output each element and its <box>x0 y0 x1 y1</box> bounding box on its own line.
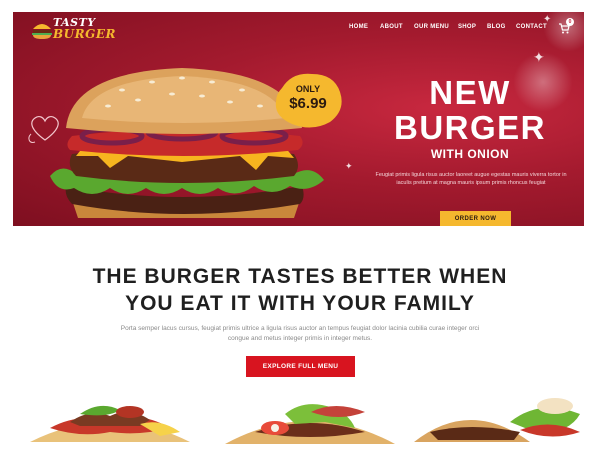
main-nav: HOME ABOUT OUR MENU SHOP BLOG CONTACT <box>349 24 556 36</box>
nav-home[interactable]: HOME <box>349 24 380 36</box>
section-headline: THE BURGER TASTES BETTER WHEN YOU EAT IT… <box>60 263 540 317</box>
hero-title-line1: NEW <box>429 74 511 111</box>
headline-line1: THE BURGER TASTES BETTER WHEN <box>92 265 508 288</box>
nav-our-menu[interactable]: OUR MENU <box>414 24 458 36</box>
nav-shop[interactable]: SHOP <box>458 24 487 36</box>
hero-title-line2: BURGER <box>393 109 546 146</box>
cart-count-badge: 0 <box>566 18 574 26</box>
badge-price: $6.99 <box>289 95 327 112</box>
price-badge: ONLY $6.99 <box>272 70 344 130</box>
food-image-3 <box>414 398 580 442</box>
sparkle-icon: ✦ <box>533 49 545 65</box>
order-now-button[interactable]: ORDER NOW <box>440 211 511 226</box>
explore-menu-button[interactable]: EXPLORE FULL MENU <box>246 356 355 377</box>
logo-text-burger: BURGER <box>53 27 116 41</box>
food-image-strip <box>0 392 600 450</box>
nav-about[interactable]: ABOUT <box>380 24 414 36</box>
food-image-1 <box>30 405 190 442</box>
nav-contact[interactable]: CONTACT <box>516 24 556 36</box>
headline-line2: YOU EAT IT WITH YOUR FAMILY <box>125 292 475 315</box>
badge-label: ONLY <box>295 84 321 94</box>
burger-logo-icon <box>32 24 52 39</box>
food-image-2 <box>225 404 395 444</box>
nav-blog[interactable]: BLOG <box>487 24 516 36</box>
logo[interactable]: TASTY BURGER <box>31 16 121 43</box>
hero-subtitle: WITH ONION <box>430 147 510 161</box>
cart-button[interactable]: 0 <box>558 18 574 34</box>
hero-banner: ✦ ✦ ✦ TASTY BURGER HOME ABOUT OUR MENU S… <box>13 12 584 226</box>
sparkle-icon: ✦ <box>345 161 353 171</box>
section-body-text: Porta semper lacus cursus, feugiat primi… <box>120 325 480 342</box>
hero-description: Feugiat primis ligula risus auctor laore… <box>375 172 567 186</box>
